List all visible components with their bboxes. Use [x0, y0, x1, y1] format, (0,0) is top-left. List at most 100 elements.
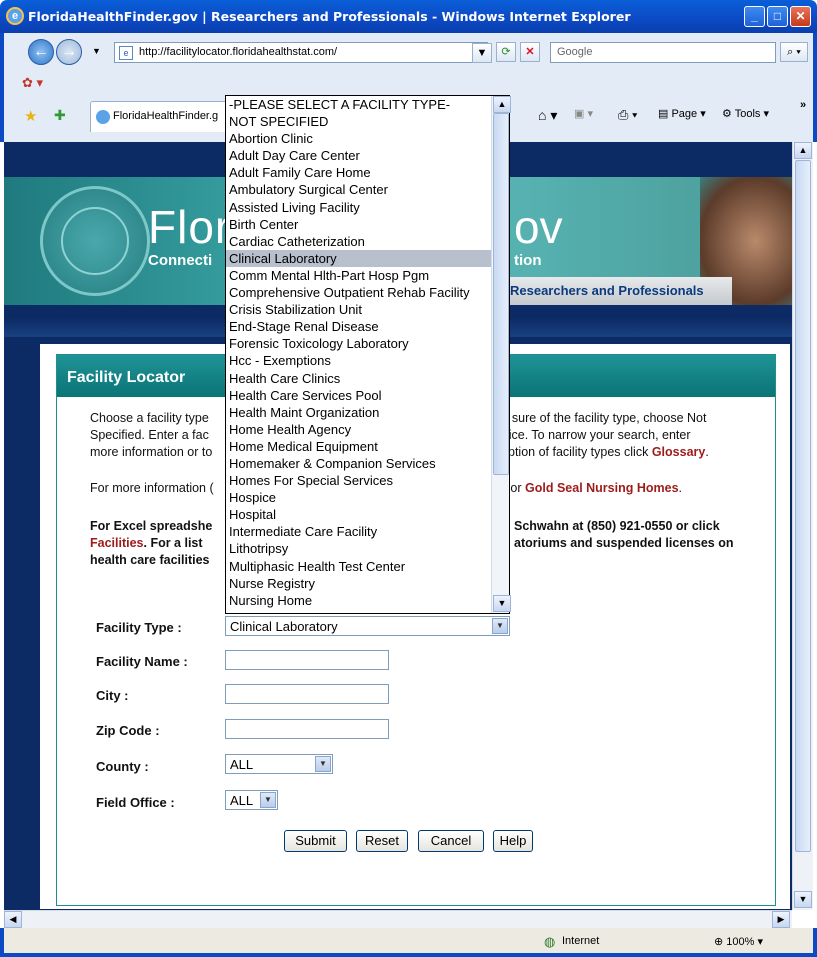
dropdown-scrollbar[interactable]: ▲ ▼	[491, 96, 511, 613]
dropdown-option[interactable]: Health Care Clinics	[226, 370, 509, 387]
facility-type-dropdown-list[interactable]: -PLEASE SELECT A FACILITY TYPE- NOT SPECI…	[225, 95, 510, 614]
more-info-left: For more information (	[90, 481, 214, 495]
facility-type-select[interactable]: Clinical Laboratory ▼	[225, 616, 510, 636]
excel-line-2-mid: . For a list	[143, 536, 203, 550]
reset-button[interactable]: Reset	[356, 830, 408, 852]
dropdown-option[interactable]: Homes For Special Services	[226, 472, 509, 489]
dropdown-option[interactable]: Hospital	[226, 506, 509, 523]
scroll-up-icon[interactable]: ▲	[794, 142, 812, 159]
cancel-button[interactable]: Cancel	[418, 830, 484, 852]
vertical-scroll-thumb[interactable]	[795, 160, 811, 852]
dropdown-option[interactable]: Home Medical Equipment	[226, 438, 509, 455]
glossary-link[interactable]: Glossary	[652, 445, 706, 459]
intro-line-3-right: ption of facility types click Glossary.	[508, 444, 709, 461]
refresh-icon[interactable]: ⟳	[496, 42, 516, 62]
field-office-select[interactable]: ALL ▼	[225, 790, 278, 810]
dropdown-option[interactable]: Birth Center	[226, 216, 509, 233]
dropdown-option[interactable]: Multiphasic Health Test Center	[226, 558, 509, 575]
translate-icon[interactable]: ✿ ▾	[22, 75, 43, 91]
dropdown-scroll-thumb[interactable]	[493, 113, 509, 475]
dropdown-option[interactable]: Clinical Laboratory	[226, 249, 509, 267]
dropdown-option[interactable]: Health Maint Organization	[226, 404, 509, 421]
gold-seal-link[interactable]: Gold Seal Nursing Homes	[525, 481, 679, 495]
dropdown-option[interactable]: Hcc - Exemptions	[226, 352, 509, 369]
tab-current[interactable]: FloridaHealthFinder.g	[90, 101, 230, 132]
facility-name-input[interactable]	[225, 650, 389, 670]
chevron-down-icon[interactable]: ▼	[260, 792, 276, 808]
field-office-value: ALL	[230, 793, 254, 808]
facilities-link[interactable]: Facilities	[90, 536, 144, 550]
tools-menu[interactable]: ⚙ Tools ▾	[722, 107, 769, 120]
county-select[interactable]: ALL ▼	[225, 754, 333, 774]
dropdown-option[interactable]: Nurse Registry	[226, 575, 509, 592]
scroll-up-icon[interactable]: ▲	[493, 96, 511, 113]
dropdown-option[interactable]: Adult Day Care Center	[226, 147, 509, 164]
more-info-right: e or Gold Seal Nursing Homes.	[500, 480, 682, 497]
scroll-down-icon[interactable]: ▼	[794, 891, 812, 908]
close-button[interactable]: ✕	[790, 6, 811, 27]
chevron-more-icon[interactable]: »	[800, 99, 806, 111]
dropdown-option[interactable]: Cardiac Catheterization	[226, 233, 509, 250]
security-zone: Internet	[562, 935, 600, 947]
page-menu-label: Page	[671, 108, 698, 120]
dropdown-option[interactable]: Abortion Clinic	[226, 130, 509, 147]
scroll-left-icon[interactable]: ◀	[4, 911, 22, 928]
zoom-level[interactable]: ⊕ 100% ▾	[714, 935, 763, 948]
back-button[interactable]: ←	[28, 39, 54, 65]
intro-period: .	[705, 445, 709, 459]
dropdown-option[interactable]: Health Care Services Pool	[226, 387, 509, 404]
excel-line-2-right: atoriums and suspended licenses on	[514, 536, 734, 550]
submit-button[interactable]: Submit	[284, 830, 347, 852]
dropdown-option[interactable]: Forensic Toxicology Laboratory	[226, 335, 509, 352]
dropdown-option[interactable]: Nursing Home	[226, 592, 509, 609]
home-icon[interactable]: ⌂ ▾	[538, 107, 557, 124]
researchers-tab[interactable]: Researchers and Professionals	[504, 277, 732, 305]
minimize-button[interactable]: _	[744, 6, 765, 27]
window-title: FloridaHealthFinder.gov | Researchers an…	[28, 9, 631, 24]
zip-input[interactable]	[225, 719, 389, 739]
print-icon[interactable]: ⎙ ▾	[618, 107, 637, 123]
dropdown-option[interactable]: Comprehensive Outpatient Rehab Facility	[226, 284, 509, 301]
horizontal-scrollbar[interactable]: ◀ ▶	[4, 910, 792, 928]
dropdown-option[interactable]: NOT SPECIFIED	[226, 113, 509, 130]
scroll-down-icon[interactable]: ▼	[493, 595, 511, 612]
scroll-right-icon[interactable]: ▶	[772, 911, 790, 928]
dropdown-option[interactable]: End-Stage Renal Disease	[226, 318, 509, 335]
dropdown-option[interactable]: Crisis Stabilization Unit	[226, 301, 509, 318]
intro-line-1-left: Choose a facility type	[90, 411, 209, 425]
stop-icon[interactable]: ✕	[520, 42, 540, 62]
page-menu[interactable]: ▤ Page ▾	[658, 107, 706, 120]
address-dropdown-icon[interactable]: ▼	[472, 43, 492, 63]
status-bar: ◍ Internet ⊕ 100% ▾	[0, 928, 817, 957]
address-bar[interactable]: e http://facilitylocator.floridahealthst…	[114, 42, 488, 63]
dropdown-option[interactable]: Assisted Living Facility	[226, 199, 509, 216]
dropdown-option[interactable]: Lithotripsy	[226, 540, 509, 557]
dropdown-option[interactable]: Homemaker & Companion Services	[226, 455, 509, 472]
dropdown-option[interactable]: Ambulatory Surgical Center	[226, 181, 509, 198]
chevron-down-icon[interactable]: ▼	[492, 618, 508, 634]
city-input[interactable]	[225, 684, 389, 704]
brand-right: ov	[514, 201, 563, 253]
dropdown-option[interactable]: Home Health Agency	[226, 421, 509, 438]
dropdown-option[interactable]: Hospice	[226, 489, 509, 506]
dropdown-option[interactable]: Adult Family Care Home	[226, 164, 509, 181]
feeds-icon[interactable]: ▣ ▾	[574, 107, 593, 120]
globe-icon: ◍	[544, 934, 556, 949]
help-button[interactable]: Help	[493, 830, 533, 852]
tab-ie-icon	[96, 110, 110, 124]
history-dropdown-icon[interactable]: ▼	[92, 46, 101, 56]
chevron-down-icon[interactable]: ▼	[315, 756, 331, 772]
vertical-scrollbar[interactable]: ▲ ▼	[792, 142, 813, 910]
favorites-star-icon[interactable]: ★	[24, 107, 37, 125]
forward-button[interactable]: →	[56, 39, 82, 65]
title-bar: e FloridaHealthFinder.gov | Researchers …	[0, 0, 817, 33]
search-input[interactable]: Google	[550, 42, 776, 63]
dropdown-option[interactable]: Comm Mental Hlth-Part Hosp Pgm	[226, 267, 509, 284]
intro-line-3-left: more information or to	[90, 445, 213, 459]
dropdown-option[interactable]: -PLEASE SELECT A FACILITY TYPE-	[226, 96, 509, 113]
search-icon[interactable]: ⌕ ▾	[780, 42, 808, 62]
add-favorites-icon[interactable]: ✚	[54, 107, 66, 124]
dropdown-option[interactable]: Intermediate Care Facility	[226, 523, 509, 540]
tab-title: FloridaHealthFinder.g	[113, 110, 219, 122]
maximize-button[interactable]: □	[767, 6, 788, 27]
